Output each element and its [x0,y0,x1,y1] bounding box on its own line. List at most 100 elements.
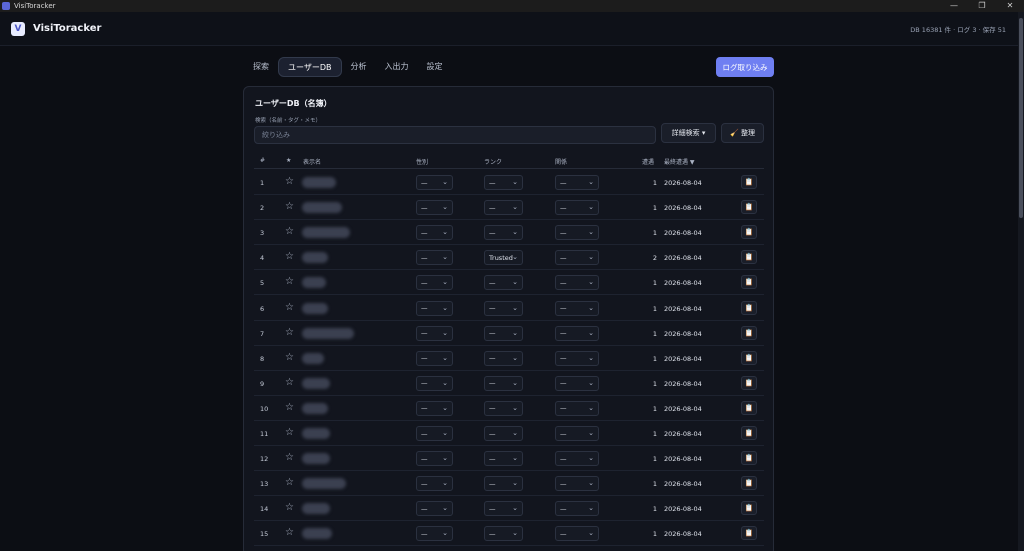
gender-select[interactable]: — ⌄ [416,526,453,542]
relation-select[interactable]: — ⌄ [555,400,599,416]
relation-select[interactable]: — ⌄ [555,275,599,291]
gender-select[interactable]: — ⌄ [416,476,453,492]
rank-value: — [489,203,496,212]
col-star[interactable]: ★ [286,157,291,164]
rank-select[interactable]: — ⌄ [484,501,523,517]
memo-clipboard-icon[interactable]: 📋 [741,451,757,466]
relation-select[interactable]: — ⌄ [555,426,599,441]
memo-clipboard-icon[interactable]: 📋 [741,526,757,541]
gender-select[interactable]: — ⌄ [416,501,453,517]
favorite-star-icon[interactable]: ☆ [285,427,294,438]
tab-import-export[interactable]: 入出力 [376,57,418,77]
rank-select[interactable]: — ⌄ [484,400,523,416]
favorite-star-icon[interactable]: ☆ [285,527,294,538]
table-row: 6 ☆ — ⌄ — ⌄ — ⌄ 1 2026-08-04 📋 [254,296,764,321]
gender-select[interactable]: — ⌄ [416,350,453,366]
tab-analysis[interactable]: 分析 [342,57,376,77]
rank-value: — [489,304,496,312]
page-scrollbar[interactable] [1018,12,1024,551]
favorite-star-icon[interactable]: ☆ [285,201,294,212]
memo-clipboard-icon[interactable]: 📋 [741,200,757,215]
memo-clipboard-icon[interactable]: 📋 [741,250,757,265]
memo-clipboard-icon[interactable]: 📋 [741,275,757,290]
favorite-star-icon[interactable]: ☆ [285,226,294,237]
col-visits[interactable]: 遭遇 [642,157,654,166]
memo-clipboard-icon[interactable]: 📋 [741,501,757,516]
rank-select[interactable]: — ⌄ [484,451,523,467]
relation-select[interactable]: — ⌄ [555,200,599,216]
favorite-star-icon[interactable]: ☆ [285,502,294,513]
tab-explore[interactable]: 探索 [244,57,278,77]
relation-select[interactable]: — ⌄ [555,451,599,467]
rank-select[interactable]: — ⌄ [484,300,523,316]
tab-user-db[interactable]: ユーザーDB [278,57,342,77]
col-name[interactable]: 表示名 [303,157,321,166]
relation-select[interactable]: — ⌄ [555,250,599,266]
relation-select[interactable]: — ⌄ [555,375,599,391]
rank-select[interactable]: — ⌄ [484,476,523,492]
tidy-button[interactable]: 🧹 整理 [721,123,764,143]
tab-settings[interactable]: 設定 [418,57,452,77]
minimize-button[interactable]: — [940,0,968,12]
favorite-star-icon[interactable]: ☆ [285,352,294,363]
favorite-star-icon[interactable]: ☆ [285,302,294,313]
favorite-star-icon[interactable]: ☆ [285,402,294,413]
rank-select[interactable]: — ⌄ [484,200,523,216]
relation-select[interactable]: — ⌄ [555,175,599,190]
rank-select[interactable]: — ⌄ [484,426,523,441]
search-input[interactable] [254,126,656,144]
close-button[interactable]: ✕ [996,0,1024,12]
relation-select[interactable]: — ⌄ [555,350,599,366]
relation-select[interactable]: — ⌄ [555,325,599,341]
gender-select[interactable]: — ⌄ [416,451,453,467]
col-gender[interactable]: 性別 [416,157,428,166]
gender-select[interactable]: — ⌄ [416,225,453,241]
memo-clipboard-icon[interactable]: 📋 [741,175,757,189]
col-rank[interactable]: ランク [484,157,502,166]
gender-select[interactable]: — ⌄ [416,200,453,216]
rank-select[interactable]: — ⌄ [484,375,523,391]
memo-clipboard-icon[interactable]: 📋 [741,476,757,491]
gender-select[interactable]: — ⌄ [416,426,453,441]
relation-select[interactable]: — ⌄ [555,225,599,241]
relation-select[interactable]: — ⌄ [555,526,599,542]
rank-select[interactable]: — ⌄ [484,175,523,190]
gender-select[interactable]: — ⌄ [416,250,453,266]
maximize-button[interactable]: ❐ [968,0,996,12]
favorite-star-icon[interactable]: ☆ [285,452,294,463]
advanced-search-button[interactable]: 詳細検索 ▾ [661,123,716,143]
col-last[interactable]: 最終遭遇 ▼ [664,157,695,166]
relation-select[interactable]: — ⌄ [555,501,599,517]
relation-select[interactable]: — ⌄ [555,476,599,492]
memo-clipboard-icon[interactable]: 📋 [741,325,757,340]
memo-clipboard-icon[interactable]: 📋 [741,350,757,365]
memo-clipboard-icon[interactable]: 📋 [741,426,757,440]
favorite-star-icon[interactable]: ☆ [285,276,294,287]
memo-clipboard-icon[interactable]: 📋 [741,375,757,390]
rank-select[interactable]: — ⌄ [484,350,523,366]
rank-select[interactable]: — ⌄ [484,325,523,341]
gender-select[interactable]: — ⌄ [416,400,453,416]
favorite-star-icon[interactable]: ☆ [285,176,294,187]
gender-select[interactable]: — ⌄ [416,325,453,341]
rank-select[interactable]: Trusted ⌄ [484,250,523,266]
memo-clipboard-icon[interactable]: 📋 [741,300,757,315]
rank-select[interactable]: — ⌄ [484,275,523,291]
favorite-star-icon[interactable]: ☆ [285,477,294,488]
gender-select[interactable]: — ⌄ [416,300,453,316]
import-log-button[interactable]: ログ取り込み [716,57,774,77]
gender-select[interactable]: — ⌄ [416,275,453,291]
favorite-star-icon[interactable]: ☆ [285,327,294,338]
gender-select[interactable]: — ⌄ [416,375,453,391]
favorite-star-icon[interactable]: ☆ [285,251,294,262]
scrollbar-thumb[interactable] [1019,18,1023,218]
relation-select[interactable]: — ⌄ [555,300,599,316]
chevron-down-icon: ⌄ [442,203,448,212]
memo-clipboard-icon[interactable]: 📋 [741,225,757,240]
favorite-star-icon[interactable]: ☆ [285,377,294,388]
rank-select[interactable]: — ⌄ [484,225,523,241]
rank-select[interactable]: — ⌄ [484,526,523,542]
gender-select[interactable]: — ⌄ [416,175,453,190]
col-relation[interactable]: 関係 [555,157,567,166]
memo-clipboard-icon[interactable]: 📋 [741,400,757,415]
